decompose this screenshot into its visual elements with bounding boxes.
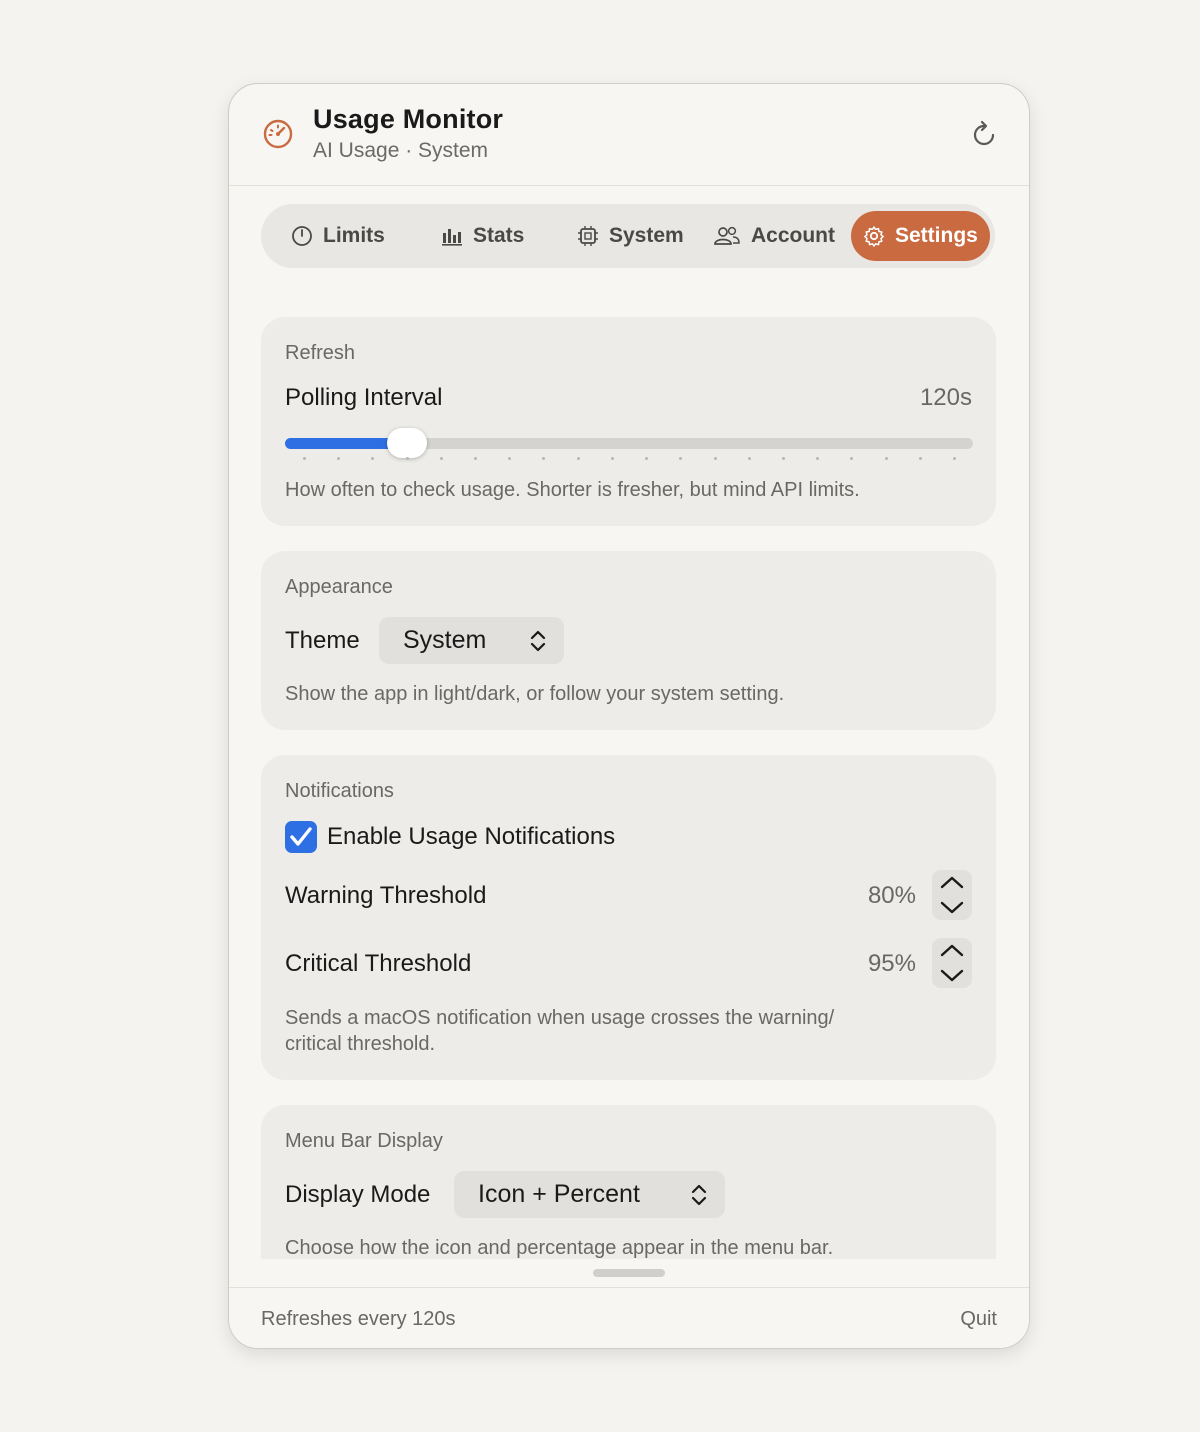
notifications-card: Notifications Enable Usage Notifications…: [261, 755, 996, 1080]
help-line: Sends a macOS notification when usage cr…: [285, 1007, 835, 1029]
slider-tick: [371, 457, 375, 460]
slider-tick: [405, 457, 409, 460]
slider-tick: [953, 457, 956, 460]
stepper-arrows-icon: [940, 944, 964, 982]
polling-interval-slider[interactable]: [285, 428, 973, 458]
chevron-up-down-icon: [691, 1184, 707, 1206]
slider-knob[interactable]: [386, 428, 427, 458]
slider-tick: [508, 457, 512, 460]
slider-tick: [337, 457, 341, 460]
enable-notifications-label: Enable Usage Notifications: [327, 823, 616, 850]
slider-tick: [303, 457, 306, 460]
app-title: Usage Monitor: [313, 104, 504, 134]
slider-tick: [679, 457, 683, 460]
warning-threshold-value: 80%: [867, 882, 916, 909]
scroll-indicator[interactable]: [593, 1269, 665, 1277]
refresh-help-text: How often to check usage. Shorter is fre…: [285, 479, 860, 501]
enable-notifications-checkbox[interactable]: [285, 821, 317, 853]
gauge-icon: [263, 119, 293, 149]
checkmark-icon: [290, 827, 312, 846]
slider-tick: [645, 457, 649, 460]
section-title: Refresh: [285, 342, 356, 364]
slider-tick: [884, 457, 888, 460]
section-title: Appearance: [285, 576, 393, 598]
popover-window: Usage Monitor AI Usage · System Limits S…: [228, 83, 1030, 1349]
slider-tick: [474, 457, 478, 460]
app-subtitle: AI Usage · System: [313, 139, 489, 162]
slider-tick: [918, 457, 922, 460]
help-line: critical threshold.: [285, 1033, 436, 1055]
critical-threshold-value: 95%: [867, 950, 916, 977]
slider-tick: [781, 457, 785, 460]
menubar-card: Menu Bar Display Display Mode Icon + Per…: [261, 1105, 996, 1259]
appearance-card: Appearance Theme System Show the app in …: [261, 551, 996, 730]
slider-ticks: [285, 457, 973, 461]
menubar-help-text: Choose how the icon and percentage appea…: [285, 1237, 834, 1259]
display-mode-label: Display Mode: [285, 1181, 431, 1208]
slider-tick: [439, 457, 443, 460]
critical-threshold-stepper[interactable]: [932, 938, 972, 988]
chevron-up-down-icon: [530, 630, 546, 652]
appearance-help-text: Show the app in light/dark, or follow yo…: [285, 683, 785, 705]
refresh-card: Refresh Polling Interval 120s How often …: [261, 317, 996, 526]
quit-button[interactable]: Quit: [960, 1308, 997, 1331]
polling-interval-value: 120s: [919, 384, 972, 411]
warning-threshold-stepper[interactable]: [932, 870, 972, 920]
critical-threshold-label: Critical Threshold: [285, 950, 472, 977]
section-title: Menu Bar Display: [285, 1130, 443, 1152]
notifications-help-text: Sends a macOS notification when usage cr…: [285, 1005, 834, 1057]
header: Usage Monitor AI Usage · System: [229, 84, 1029, 186]
slider-tick: [576, 457, 580, 460]
polling-interval-label: Polling Interval: [285, 384, 443, 411]
section-title: Notifications: [285, 780, 394, 802]
refresh-status: Refreshes every 120s: [261, 1308, 456, 1330]
slider-tick: [850, 457, 854, 460]
display-mode-value: Icon + Percent: [478, 1180, 640, 1208]
slider-tick: [747, 457, 751, 460]
slider-tick: [713, 457, 717, 460]
slider-tick: [816, 457, 820, 460]
display-mode-popup[interactable]: Icon + Percent: [454, 1171, 725, 1218]
refresh-icon[interactable]: [969, 120, 999, 150]
warning-threshold-label: Warning Threshold: [285, 882, 487, 909]
footer: Refreshes every 120s Quit: [229, 1287, 1029, 1348]
settings-scroll-area[interactable]: Refresh Polling Interval 120s How often …: [229, 185, 1029, 1259]
theme-popup[interactable]: System: [379, 617, 564, 664]
theme-value: System: [403, 626, 487, 654]
theme-label: Theme: [285, 627, 360, 654]
slider-tick: [610, 457, 614, 460]
slider-tick: [542, 457, 546, 460]
stepper-arrows-icon: [940, 876, 964, 914]
